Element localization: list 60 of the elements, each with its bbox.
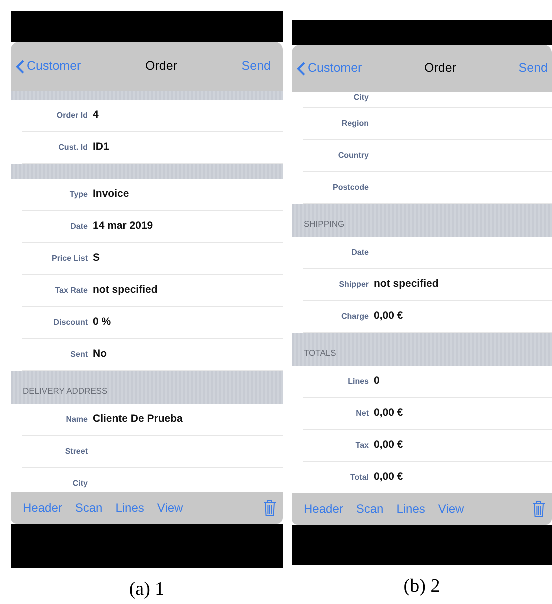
field-label: Lines: [347, 376, 369, 388]
field-label: Shipper: [338, 278, 369, 290]
field-label: Cust. Id: [58, 142, 88, 154]
field-value: not specified: [374, 276, 439, 292]
field-label: Tax Rate: [54, 284, 88, 296]
field-value: 0,00 €: [374, 438, 404, 453]
trash-icon[interactable]: [532, 500, 546, 518]
field-value: ID1: [93, 140, 110, 155]
figure-caption: (a) 1: [128, 578, 166, 602]
back-button[interactable]: Customer: [16, 57, 82, 76]
field-value: 0,00 €: [374, 470, 404, 485]
chevron-left-icon: [297, 62, 306, 76]
field-value: No: [93, 346, 107, 362]
field-value: 4: [93, 108, 99, 123]
field-label: Date: [70, 220, 88, 232]
field-value: Invoice: [93, 186, 130, 202]
field-label: Postcode: [332, 182, 369, 194]
field-value: 0: [374, 374, 380, 389]
screen-title: Order: [146, 58, 178, 76]
toolbar-button[interactable]: Lines: [116, 499, 144, 517]
field-label: Net: [355, 408, 369, 420]
field-label: Type: [68, 188, 88, 200]
trash-icon[interactable]: [263, 499, 277, 517]
field-value: Cliente De Prueba: [93, 412, 183, 427]
field-label: Country: [337, 150, 369, 162]
send-button[interactable]: Send: [242, 57, 271, 76]
figure-caption: (b) 2: [402, 575, 442, 599]
field-label: Total: [349, 472, 369, 484]
toolbar-button[interactable]: Scan: [75, 499, 103, 517]
field-label: Charge: [340, 310, 369, 322]
field-label: City: [72, 478, 88, 490]
send-button[interactable]: Send: [518, 59, 548, 78]
toolbar-button[interactable]: View: [157, 499, 184, 517]
field-value: 0 %: [93, 314, 112, 330]
toolbar-button[interactable]: Lines: [396, 500, 426, 518]
field-label: Price List: [50, 252, 88, 264]
section-header: TOTALS: [292, 333, 552, 366]
field-label: Region: [340, 118, 369, 130]
back-button[interactable]: Customer: [297, 59, 362, 78]
field-value: 0,00 €: [374, 308, 404, 324]
toolbar-button[interactable]: Header: [304, 500, 344, 518]
section-header: DELIVERY ADDRESS: [11, 371, 283, 404]
field-label: Street: [64, 446, 88, 458]
field-label: City: [352, 92, 369, 104]
field-value: not specified: [93, 282, 158, 298]
field-label: Discount: [52, 316, 88, 328]
toolbar-button[interactable]: Header: [23, 499, 62, 517]
toolbar-button[interactable]: View: [438, 500, 464, 518]
field-label: Order Id: [56, 110, 88, 122]
field-label: Name: [65, 414, 88, 426]
section-header: SHIPPING: [292, 204, 552, 237]
screen-title: Order: [424, 60, 456, 78]
field-label: Tax: [354, 440, 369, 452]
field-value: 0,00 €: [374, 406, 404, 421]
field-value: 14 mar 2019: [93, 218, 154, 234]
field-value: S: [93, 250, 100, 266]
field-label: Sent: [70, 348, 88, 360]
chevron-left-icon: [16, 60, 25, 74]
toolbar-button[interactable]: Scan: [356, 500, 384, 518]
field-label: Date: [350, 246, 369, 258]
